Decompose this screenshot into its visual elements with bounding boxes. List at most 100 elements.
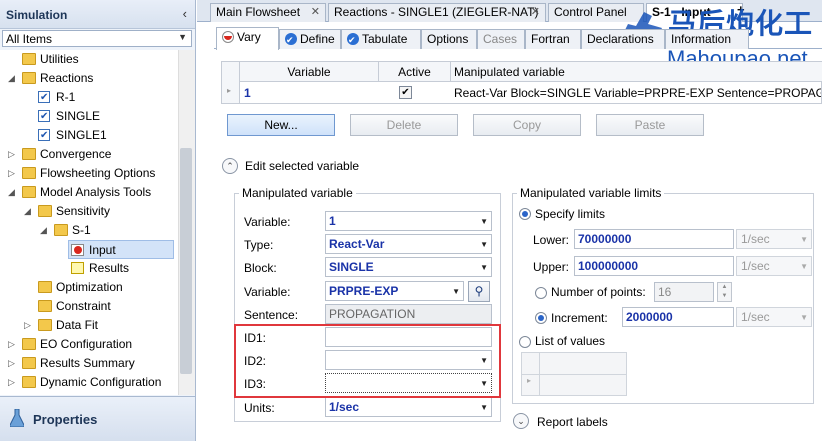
folder-icon [38, 319, 52, 331]
chevron-down-icon: ▼ [480, 263, 488, 272]
collapsed-arrow-icon[interactable]: ▷ [8, 145, 18, 164]
nav-title: Simulation [6, 8, 68, 22]
chevron-down-icon: ▼ [800, 262, 808, 271]
edit-selected-label: Edit selected variable [245, 159, 360, 173]
number-of-points-label: Number of points: [551, 285, 646, 299]
new-button[interactable]: New... [227, 114, 335, 136]
tab-declarations[interactable]: Declarations [581, 29, 665, 49]
tree-item-data-fit[interactable]: ▷ Data Fit [0, 316, 178, 335]
tree-item-convergence[interactable]: ▷ Convergence [0, 145, 178, 164]
expanded-arrow-icon[interactable]: ◢ [8, 69, 18, 88]
tree-item-eo-configuration[interactable]: ▷ EO Configuration [0, 335, 178, 354]
tree-item-optimization[interactable]: Optimization [0, 278, 178, 297]
chevron-down-icon: ▼ [480, 217, 488, 226]
increment-unit-select[interactable]: 1/sec ▼ [736, 307, 812, 327]
form-tab-strip: Vary Define Tabulate Options Cases Fortr… [214, 27, 822, 50]
grid-cell-variable[interactable]: 1 [244, 83, 374, 103]
tree-item-sensitivity[interactable]: ◢ Sensitivity [0, 202, 178, 221]
manipulated-variable-legend: Manipulated variable [242, 186, 353, 200]
tab-vary[interactable]: Vary [216, 27, 279, 50]
expanded-arrow-icon[interactable]: ◢ [24, 202, 34, 221]
collapsed-arrow-icon[interactable]: ▷ [8, 164, 18, 183]
column-header-variable: Variable [240, 62, 379, 82]
tab-main-flowsheet[interactable]: Main Flowsheet ✕ [210, 3, 326, 22]
tree-item-single1[interactable]: SINGLE1 [0, 126, 178, 145]
collapsed-arrow-icon[interactable]: ▷ [24, 316, 34, 335]
variable-select[interactable]: 1 ▼ [325, 211, 492, 231]
nav-scroll-thumb[interactable] [180, 148, 192, 374]
grid-cell-manipulated[interactable]: React-Var Block=SINGLE Variable=PRPRE-EX… [451, 83, 821, 103]
tree-item-utilities[interactable]: Utilities [0, 50, 178, 69]
chevron-down-icon: ▼ [800, 313, 808, 322]
copy-button[interactable]: Copy [473, 114, 581, 136]
tab-options[interactable]: Options [421, 29, 477, 49]
type-label: Type: [244, 238, 274, 252]
specify-limits-radio[interactable] [519, 208, 531, 220]
upper-label: Upper: [533, 260, 570, 274]
type-select[interactable]: React-Var ▼ [325, 234, 492, 254]
number-of-points-field[interactable]: 16 [654, 282, 714, 302]
variable-label: Variable: [244, 215, 291, 229]
tab-tabulate[interactable]: Tabulate [341, 29, 421, 49]
tab-define[interactable]: Define [279, 29, 341, 49]
list-of-values-grid[interactable]: ▸ [521, 352, 627, 396]
increment-radio[interactable] [535, 312, 547, 324]
collapse-section-icon[interactable]: ⌃ [222, 158, 238, 174]
tree-item-results-summary[interactable]: ▷ Results Summary [0, 354, 178, 373]
row-pointer-icon: ▸ [527, 376, 532, 385]
upper-unit-select[interactable]: 1/sec ▼ [736, 256, 812, 276]
tree-item-s-1[interactable]: ◢ S-1 [0, 221, 178, 240]
variable-name-select[interactable]: PRPRE-EXP ▼ [325, 281, 464, 301]
binoculars-icon[interactable]: ⚲ [468, 281, 490, 302]
upper-field[interactable]: 100000000 [574, 256, 734, 276]
expanded-arrow-icon[interactable]: ◢ [40, 221, 50, 240]
results-icon [71, 262, 84, 274]
tree-item-results[interactable]: Results [0, 259, 178, 278]
nav-filter-dropdown[interactable]: All Items ▼ [2, 30, 192, 47]
paste-button[interactable]: Paste [596, 114, 704, 136]
folder-icon [22, 338, 36, 350]
folder-icon [54, 224, 68, 236]
units-select[interactable]: 1/sec ▼ [325, 397, 492, 417]
active-checkbox[interactable]: ✔ [399, 86, 412, 99]
spinner-icon[interactable]: ▲ ▼ [717, 282, 732, 302]
tab-reactions-single1[interactable]: Reactions - SINGLE1 (ZIEGLER-NAT) ✕ [328, 3, 546, 22]
tree-item-constraint[interactable]: Constraint [0, 297, 178, 316]
tree-item-r-1[interactable]: R-1 [0, 88, 178, 107]
lower-unit-select[interactable]: 1/sec ▼ [736, 229, 812, 249]
chevron-down-icon: ▼ [178, 32, 187, 42]
list-of-values-radio[interactable] [519, 336, 531, 348]
checkmark-icon [38, 126, 50, 145]
row-pointer-icon: ▸ [227, 86, 232, 95]
expand-section-icon[interactable]: ⌄ [513, 413, 529, 429]
collapse-icon[interactable]: ‹ [183, 6, 187, 21]
folder-icon [38, 281, 52, 293]
tree-item-single[interactable]: SINGLE [0, 107, 178, 126]
expanded-arrow-icon[interactable]: ◢ [8, 183, 18, 202]
collapsed-arrow-icon[interactable]: ▷ [8, 354, 18, 373]
tree-item-dynamic-configuration[interactable]: ▷ Dynamic Configuration [0, 373, 178, 392]
incomplete-status-icon [222, 31, 234, 43]
tab-cases[interactable]: Cases [477, 29, 525, 49]
block-select[interactable]: SINGLE ▼ [325, 257, 492, 277]
folder-icon [22, 72, 36, 84]
tree-item-input[interactable]: Input [68, 240, 174, 259]
collapsed-arrow-icon[interactable]: ▷ [8, 373, 18, 392]
number-of-points-radio[interactable] [535, 287, 547, 299]
tree-item-reactions[interactable]: ◢ Reactions [0, 69, 178, 88]
flask-icon [10, 409, 24, 427]
properties-label: Properties [33, 412, 98, 427]
tree-item-flowsheeting-options[interactable]: ▷ Flowsheeting Options [0, 164, 178, 183]
chevron-down-icon: ▼ [800, 235, 808, 244]
tab-fortran[interactable]: Fortran [525, 29, 581, 49]
tab-information[interactable]: Information [665, 29, 749, 49]
nav-header: Simulation ‹ [0, 0, 195, 29]
close-icon[interactable]: ✕ [531, 4, 540, 21]
collapsed-arrow-icon[interactable]: ▷ [8, 335, 18, 354]
increment-field[interactable]: 2000000 [622, 307, 734, 327]
properties-button[interactable]: Properties [0, 396, 195, 441]
lower-field[interactable]: 70000000 [574, 229, 734, 249]
close-icon[interactable]: ✕ [311, 4, 320, 21]
delete-button[interactable]: Delete [350, 114, 458, 136]
tree-item-model-analysis-tools[interactable]: ◢ Model Analysis Tools [0, 183, 178, 202]
